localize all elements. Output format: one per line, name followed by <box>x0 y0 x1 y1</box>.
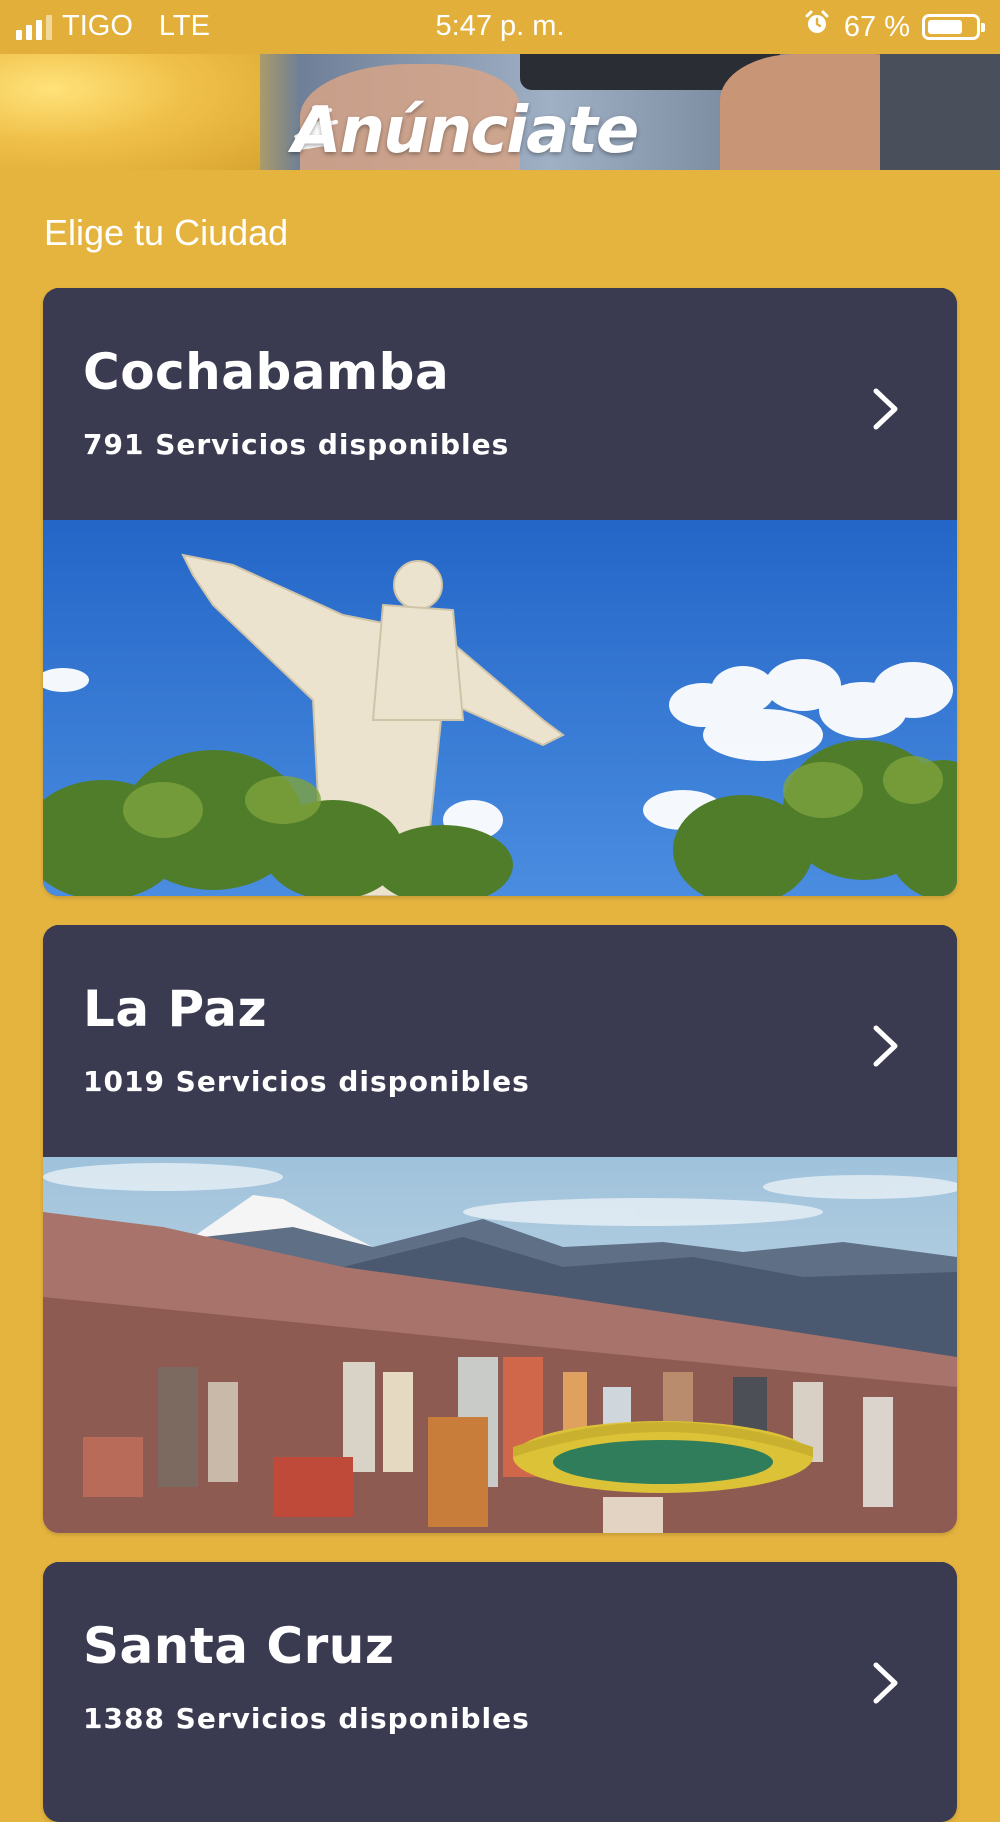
chevron-right-icon[interactable] <box>871 1660 901 1710</box>
battery-label: 67 % <box>843 10 910 43</box>
city-card-cochabamba[interactable]: Cochabamba 791 Servicios disponibles <box>43 288 957 896</box>
chevron-right-icon[interactable] <box>871 386 901 436</box>
network-label: LTE <box>158 10 210 42</box>
city-name: Cochabamba <box>83 343 450 401</box>
banner-background <box>0 54 260 170</box>
city-name: La Paz <box>83 980 268 1038</box>
city-services-count: 791 Servicios disponibles <box>83 428 510 461</box>
banner-sleeve-image <box>880 54 1000 170</box>
city-card-header[interactable]: La Paz 1019 Servicios disponibles <box>43 925 957 1157</box>
chevron-right-icon[interactable] <box>871 1023 901 1073</box>
city-image-cochabamba <box>43 520 957 896</box>
carrier-label: TIGO <box>62 10 133 42</box>
battery-icon <box>922 14 985 40</box>
city-services-count: 1388 Servicios disponibles <box>83 1702 530 1735</box>
signal-icon <box>16 14 52 40</box>
city-name: Santa Cruz <box>83 1617 395 1675</box>
status-right: 67 % <box>804 10 985 44</box>
promo-banner[interactable]: Anúnciate <box>0 54 1000 170</box>
city-card-header[interactable]: Cochabamba 791 Servicios disponibles <box>43 288 957 520</box>
alarm-icon <box>804 10 830 44</box>
section-title: Elige tu Ciudad <box>44 212 289 253</box>
city-card-santa-cruz[interactable]: Santa Cruz 1388 Servicios disponibles <box>43 1562 957 1822</box>
status-bar: TIGO LTE 5:47 p. m. 67 % <box>0 0 1000 54</box>
city-image-la-paz <box>43 1157 957 1533</box>
city-services-count: 1019 Servicios disponibles <box>83 1065 530 1098</box>
city-card-header[interactable]: Santa Cruz 1388 Servicios disponibles <box>43 1562 957 1794</box>
banner-logo-text: Anúnciate <box>292 94 639 168</box>
city-card-la-paz[interactable]: La Paz 1019 Servicios disponibles <box>43 925 957 1533</box>
status-left: TIGO LTE <box>16 10 210 43</box>
